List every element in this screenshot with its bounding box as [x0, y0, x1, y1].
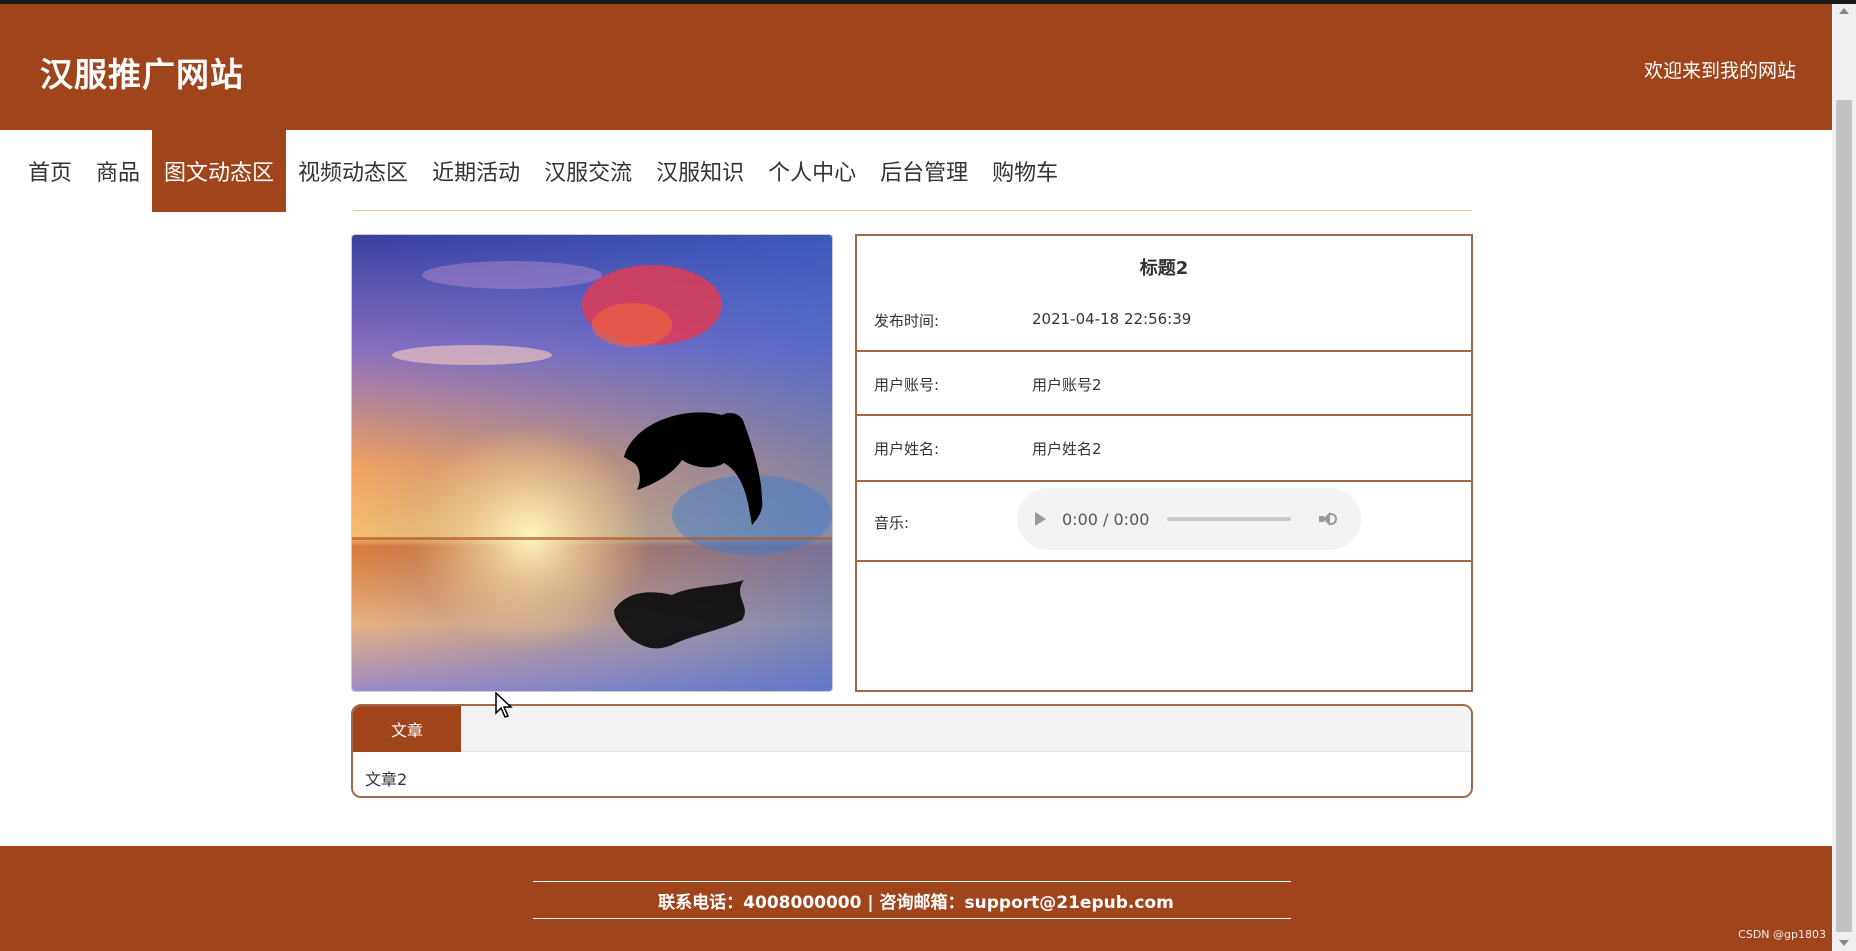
- nav-item-profile[interactable]: 个人中心: [756, 130, 868, 212]
- tab-content: 文章2: [365, 770, 408, 789]
- name-value: 用户姓名2: [1032, 440, 1102, 458]
- content-divider: [353, 210, 1472, 211]
- post-info-panel: 标题2 发布时间: 2021-04-18 22:56:39 用户账号: 用户账号…: [855, 234, 1473, 692]
- nav-item-exchange[interactable]: 汉服交流: [532, 130, 644, 212]
- nav-item-home[interactable]: 首页: [0, 130, 84, 212]
- welcome-text: 欢迎来到我的网站: [1643, 60, 1796, 82]
- audio-player[interactable]: 0:00 / 0:00: [1017, 488, 1361, 550]
- nav-item-products[interactable]: 商品: [84, 130, 152, 212]
- mouse-cursor-icon: [495, 692, 513, 718]
- site-title[interactable]: 汉服推广网站: [40, 48, 244, 96]
- nav-item-knowledge[interactable]: 汉服知识: [644, 130, 756, 212]
- watermark: CSDN @gp1803: [1738, 928, 1826, 941]
- volume-icon[interactable]: [1319, 511, 1338, 527]
- scrollbar-thumb[interactable]: [1836, 100, 1852, 932]
- article-tabs: 文章 文章2: [351, 704, 1473, 798]
- music-label: 音乐:: [874, 514, 910, 532]
- tab-article[interactable]: 文章: [353, 706, 461, 752]
- site-header: 汉服推广网站 欢迎来到我的网站: [0, 4, 1832, 130]
- footer-contact: 联系电话：4008000000 | 咨询邮箱：support@21epub.co…: [658, 893, 1174, 913]
- nav-item-video-posts[interactable]: 视频动态区: [286, 130, 420, 212]
- nav-item-image-posts[interactable]: 图文动态区: [152, 130, 287, 212]
- audio-progress-bar[interactable]: [1167, 517, 1292, 521]
- footer-line-bottom: [533, 918, 1291, 919]
- page-scrollbar[interactable]: [1832, 4, 1856, 951]
- empty-row: [857, 560, 1471, 690]
- tab-bar: 文章: [353, 706, 1471, 752]
- post-image: [351, 234, 833, 692]
- name-label: 用户姓名:: [874, 440, 940, 458]
- site-footer: 联系电话：4008000000 | 咨询邮箱：support@21epub.co…: [0, 846, 1832, 951]
- main-nav: 首页 商品 图文动态区 视频动态区 近期活动 汉服交流 汉服知识 个人中心 后台…: [0, 130, 1070, 212]
- account-row: 用户账号: 用户账号2: [857, 350, 1471, 414]
- music-row: 音乐: 0:00 / 0:00: [857, 480, 1471, 560]
- publish-time-label: 发布时间:: [874, 312, 940, 330]
- post-title: 标题2: [1139, 258, 1189, 279]
- nav-item-admin[interactable]: 后台管理: [868, 130, 980, 212]
- footer-line-top: [533, 881, 1291, 882]
- publish-time-value: 2021-04-18 22:56:39: [1032, 310, 1192, 328]
- play-icon[interactable]: [1035, 512, 1046, 526]
- audio-time: 0:00 / 0:00: [1062, 509, 1150, 529]
- nav-item-events[interactable]: 近期活动: [420, 130, 532, 212]
- name-row: 用户姓名: 用户姓名2: [857, 414, 1471, 480]
- scroll-up-icon[interactable]: [1839, 8, 1849, 14]
- scroll-down-icon[interactable]: [1839, 940, 1849, 946]
- nav-item-cart[interactable]: 购物车: [980, 130, 1070, 212]
- account-label: 用户账号:: [874, 376, 940, 394]
- account-value: 用户账号2: [1032, 376, 1102, 394]
